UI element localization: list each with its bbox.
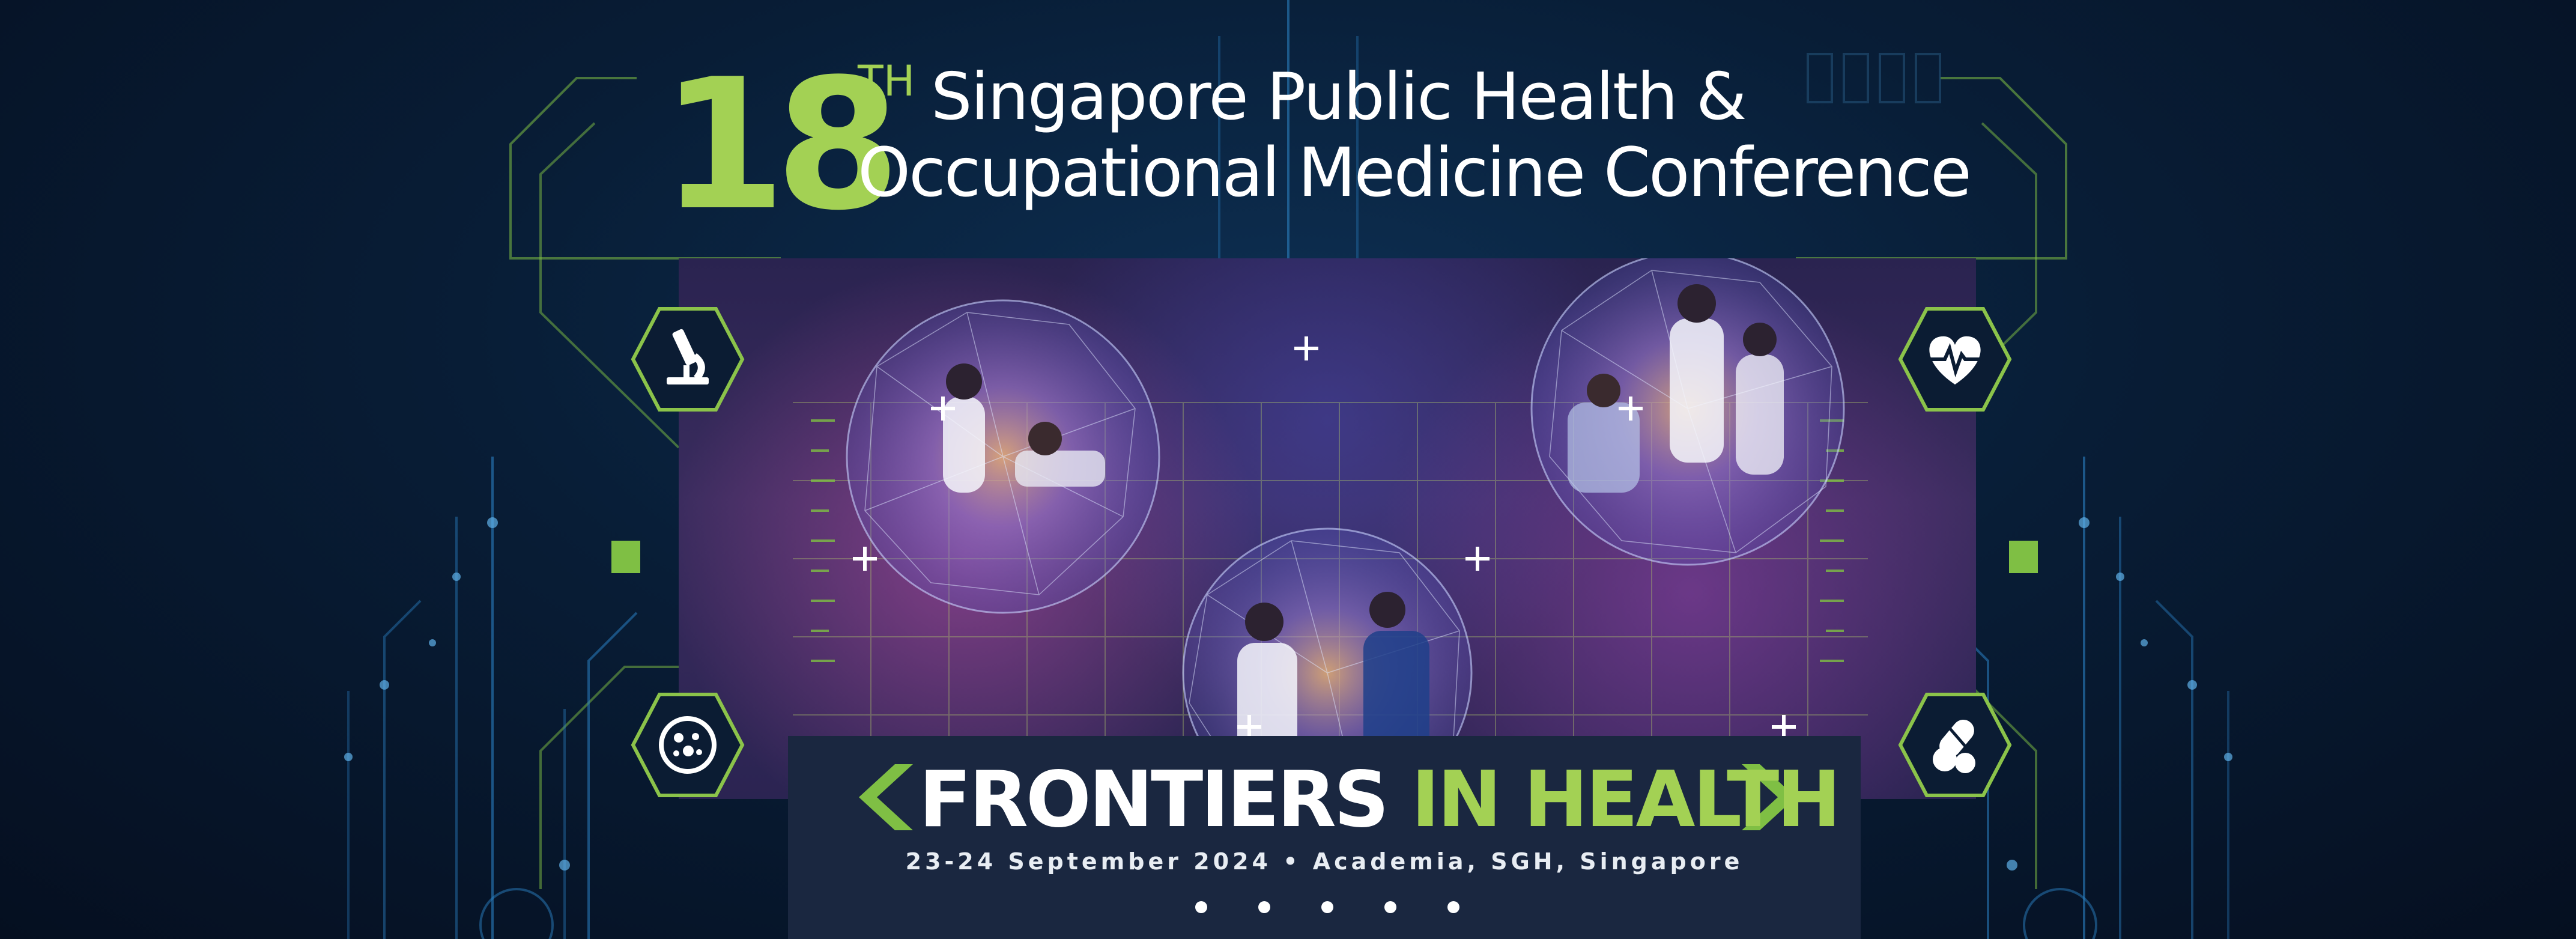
edition-number: 18 [661, 40, 901, 250]
hero-image [679, 258, 1976, 799]
conference-theme: FRONTIERS IN HEALTH [919, 762, 1841, 839]
conference-title-line-2: Occupational Medicine Conference [858, 134, 1972, 212]
bubble-doctors-consult [1530, 258, 1845, 566]
edition-suffix: TH [858, 56, 915, 106]
petri-dish-icon [631, 693, 745, 797]
carousel-dot-2[interactable] [1258, 901, 1270, 913]
chevron-left-icon [859, 764, 913, 830]
microscope-icon [631, 307, 745, 412]
carousel-dot-4[interactable] [1384, 901, 1396, 913]
theme-text-white: FRONTIERS [919, 755, 1411, 845]
conference-title-line-1: Singapore Public Health & [931, 59, 1747, 135]
carousel-dot-3[interactable] [1321, 901, 1333, 913]
theme-text-green: IN HEALTH [1411, 755, 1841, 845]
carousel-dot-5[interactable] [1447, 901, 1459, 913]
carousel-dots [1195, 901, 1459, 916]
carousel-dot-1[interactable] [1195, 901, 1207, 913]
heartbeat-icon [1898, 307, 2012, 412]
pills-icon [1898, 693, 2012, 797]
bubble-doctor-patient [846, 299, 1160, 614]
event-date-venue: 23-24 September 2024 • Academia, SGH, Si… [905, 848, 1744, 875]
